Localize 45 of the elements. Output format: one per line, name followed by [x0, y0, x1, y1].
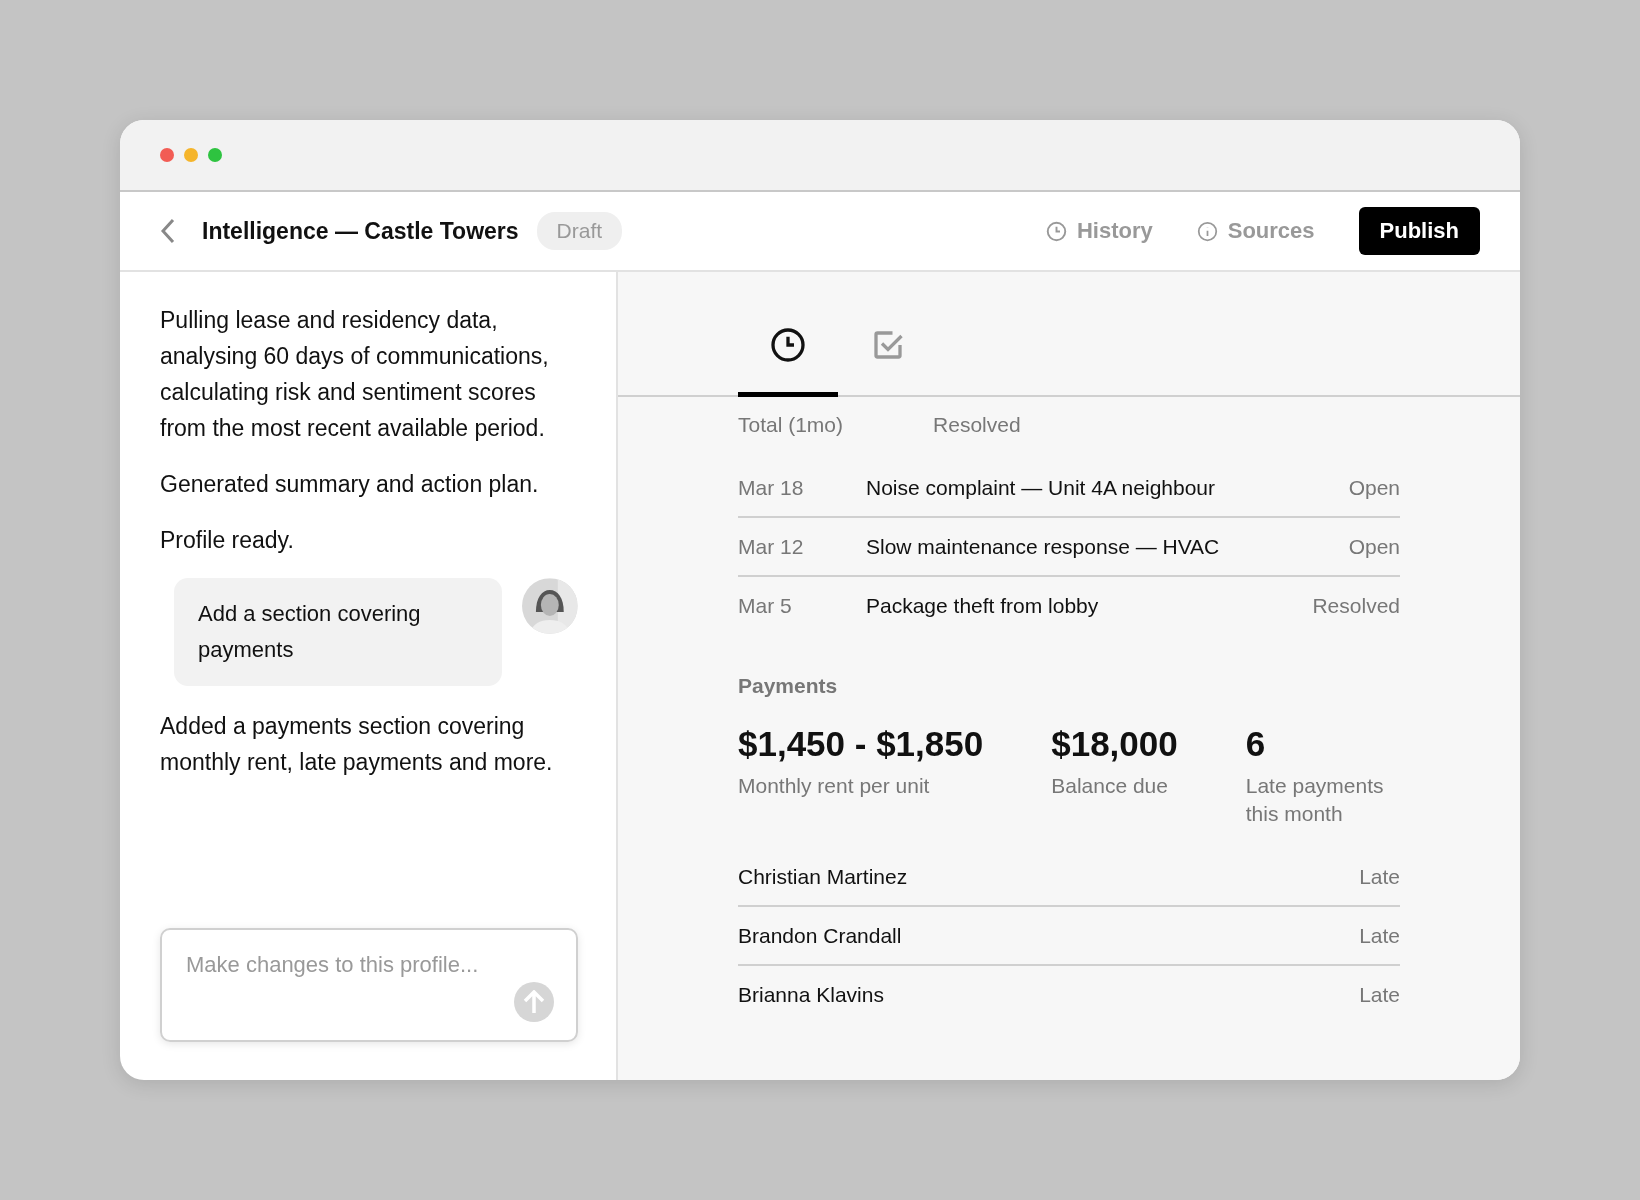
issue-date: Mar 18 — [738, 475, 805, 500]
info-icon — [1196, 220, 1218, 242]
issue-status: Open — [1348, 475, 1400, 500]
minimize-button[interactable] — [184, 148, 198, 162]
payment-status: Late — [1359, 982, 1400, 1007]
assistant-message: Added a payments section covering monthly rent, late payments and more. — [160, 712, 554, 777]
stat-value: $18,000 — [1051, 724, 1178, 764]
arrow-up-icon — [523, 990, 545, 1014]
clock-icon — [1045, 220, 1067, 242]
stat-value: 6 — [1245, 724, 1267, 764]
issue-date: Mar 12 — [738, 534, 805, 559]
payment-status: Late — [1359, 864, 1400, 889]
tenant-name: Brandon Crandall — [738, 923, 903, 948]
tenant-name: Brianna Klavins — [738, 982, 885, 1007]
section-title: Payments — [738, 674, 839, 698]
back-button[interactable] — [160, 218, 176, 244]
user-message: Add a section covering payments — [174, 578, 503, 686]
history-tab[interactable] — [738, 327, 838, 397]
issue-status: Open — [1348, 534, 1400, 559]
tenant-name: Christian Martinez — [738, 864, 909, 889]
assistant-message: Generated summary and action plan. — [160, 470, 540, 499]
close-button[interactable] — [160, 148, 174, 162]
assistant-message: Pulling lease and residency data, analysing 60 days of communications, calculating risk and sentiment scores from the most recent available period. — [160, 306, 550, 443]
publish-button[interactable]: Publish — [1358, 207, 1480, 255]
stat-label: Late payments this month — [1245, 773, 1385, 827]
stat-label: Balance due — [1051, 773, 1169, 799]
maximize-button[interactable] — [208, 148, 222, 162]
status-badge: Draft — [536, 212, 623, 250]
stat-label: Monthly rent per unit — [738, 773, 931, 799]
clock-icon — [770, 327, 806, 363]
sources-button[interactable]: Sources — [1196, 218, 1315, 244]
stat-value: $1,450 - $1,850 — [738, 724, 984, 764]
history-button[interactable]: History — [1045, 218, 1153, 244]
issue-title: Noise complaint — Unit 4A neighbour — [866, 475, 1217, 500]
payment-status: Late — [1359, 923, 1400, 948]
issue-title: Slow maintenance response — HVAC — [866, 534, 1221, 559]
issue-status: Resolved — [1312, 593, 1400, 618]
send-button[interactable] — [514, 982, 554, 1022]
summary-label: Total (1mo) — [738, 413, 844, 437]
summary-label: Resolved — [933, 413, 1021, 437]
chevron-left-icon — [160, 218, 176, 244]
issue-title: Package theft from lobby — [866, 593, 1100, 618]
page-title: Intelligence — Castle Towers — [202, 217, 519, 245]
issue-date: Mar 5 — [738, 593, 793, 618]
assistant-message: Profile ready. — [160, 526, 295, 555]
